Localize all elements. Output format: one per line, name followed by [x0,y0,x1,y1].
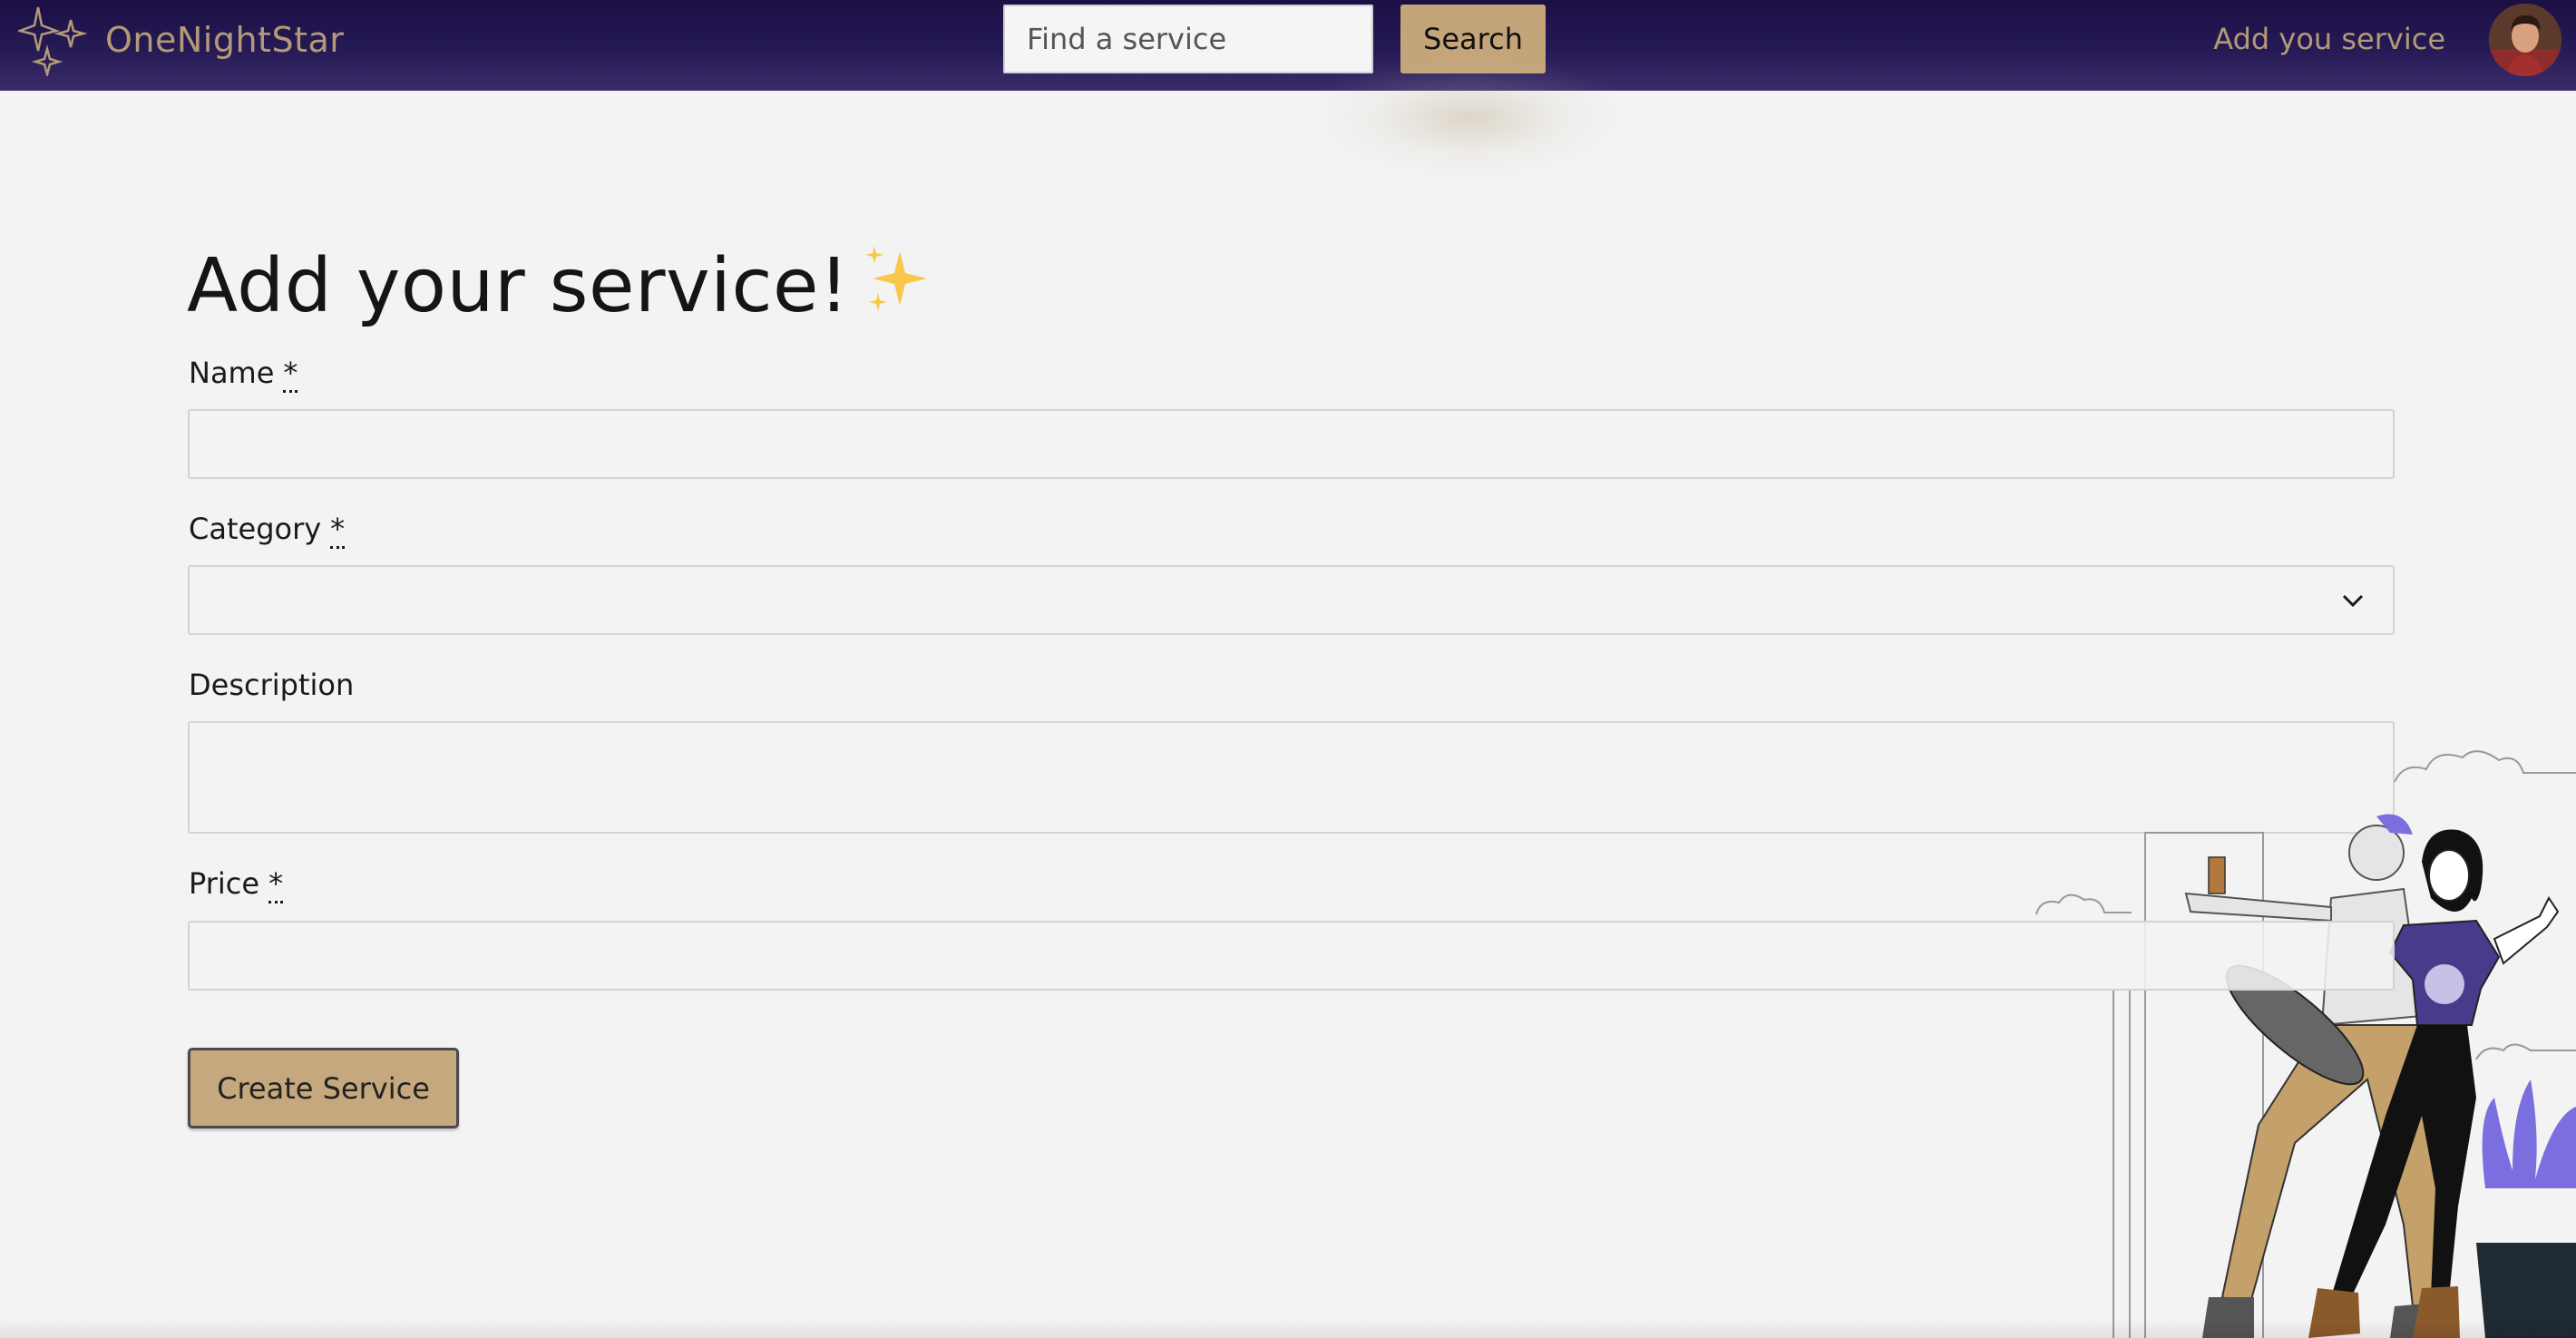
avatar-portrait-icon [2489,4,2561,76]
price-label: Price * [189,866,284,903]
top-navbar: OneNightStar Search Add you service [0,0,2576,91]
sparkles-icon [862,246,936,335]
brand-logo[interactable]: OneNightStar [18,4,344,76]
page-bottom-shadow [0,1320,2576,1338]
add-service-link[interactable]: Add you service [2213,22,2445,56]
category-select[interactable] [188,565,2395,635]
required-marker: * [330,512,346,549]
name-label: Name * [189,356,298,393]
required-marker: * [283,356,298,393]
description-label: Description [189,668,355,702]
page-title: Add your service! [187,243,936,335]
create-service-button[interactable]: Create Service [188,1048,459,1128]
people-skateboard-illustration [2035,750,2576,1338]
search-input[interactable] [1003,5,1373,73]
stars-logo-icon [18,6,88,76]
required-marker: * [268,866,284,903]
chevron-down-icon [2342,594,2364,608]
brand-name: OneNightStar [105,20,345,60]
search-button[interactable]: Search [1400,5,1546,73]
category-label: Category * [189,512,346,549]
name-input[interactable] [188,409,2395,479]
price-input[interactable] [188,921,2395,991]
user-avatar[interactable] [2489,4,2561,76]
